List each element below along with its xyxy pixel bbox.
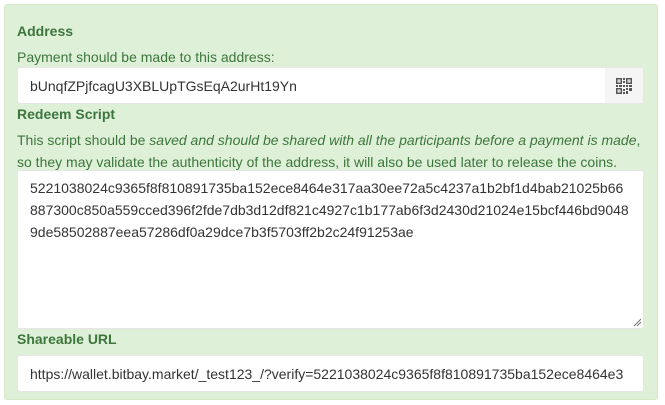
redeem-script-textarea[interactable]: 5221038024c9365f8f810891735ba152ece8464e… — [17, 170, 644, 329]
redeem-script-value: 5221038024c9365f8f810891735ba152ece8464e… — [30, 180, 629, 240]
shareable-url-input[interactable]: https://wallet.bitbay.market/_test123_/?… — [17, 355, 644, 392]
resize-grip-icon[interactable] — [633, 318, 641, 326]
address-help-text: Payment should be made to this address: — [17, 49, 275, 65]
address-label: Address — [17, 23, 74, 39]
redeem-script-label: Redeem Script — [17, 106, 116, 122]
show-qr-button[interactable] — [605, 67, 644, 104]
redeem-help-prefix: This script should be — [17, 132, 150, 148]
redeem-help-line2: so they may validate the authenticity of… — [17, 154, 617, 170]
redeem-help-emphasis: saved and should be shared with all the … — [149, 132, 637, 148]
redeem-help-suffix: , — [636, 132, 641, 148]
new-address-panel: Address Payment should be made to this a… — [4, 4, 658, 400]
qr-code-icon — [616, 77, 632, 94]
address-input[interactable]: bUnqfZPjfcagU3XBLUpTGsEqA2urHt19Yn — [17, 67, 605, 104]
redeem-script-help-text: This script should be saved and should b… — [17, 129, 640, 173]
shareable-url-label: Shareable URL — [17, 331, 117, 347]
